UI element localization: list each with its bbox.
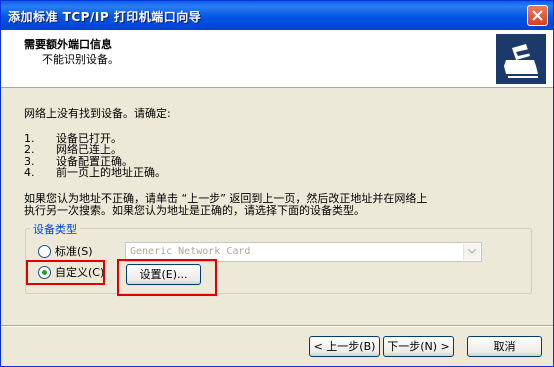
- header-subtitle: 不能识别设备。: [42, 53, 119, 66]
- standard-radio[interactable]: [38, 245, 51, 258]
- highlight-box-custom: [26, 260, 105, 285]
- close-icon: [532, 10, 543, 21]
- title-bar[interactable]: 添加标准 TCP/IP 打印机端口向导: [1, 1, 553, 30]
- footer-separator: [1, 325, 553, 327]
- wizard-window: 添加标准 TCP/IP 打印机端口向导 需要额外端口信息 不能识别设备。 网络上…: [0, 0, 554, 367]
- window-title: 添加标准 TCP/IP 打印机端口向导: [8, 10, 202, 24]
- next-button[interactable]: 下一步(N) >: [383, 336, 454, 357]
- list-item-text: 前一页上的地址正确。: [56, 166, 166, 179]
- combo-dropdown-button[interactable]: [463, 244, 480, 260]
- cancel-button[interactable]: 取消: [467, 336, 542, 357]
- chevron-down-icon: [468, 249, 476, 255]
- intro-text: 网络上没有找到设备。请确定:: [24, 107, 171, 120]
- header-title: 需要额外端口信息: [24, 38, 112, 51]
- close-button[interactable]: [527, 5, 548, 26]
- highlight-box-settings: [117, 259, 217, 296]
- device-type-combo-value: Generic Network Card: [130, 246, 251, 257]
- device-type-legend: 设备类型: [30, 221, 80, 237]
- back-button[interactable]: < 上一步(B): [309, 336, 380, 357]
- list-item-num: 4.: [24, 166, 35, 179]
- note-line-2: 执行另一次搜索。如果您认为地址是正确的，请选择下面的设备类型。: [24, 204, 365, 217]
- printer-icon: [496, 34, 546, 84]
- standard-radio-label[interactable]: 标准(S): [55, 246, 93, 258]
